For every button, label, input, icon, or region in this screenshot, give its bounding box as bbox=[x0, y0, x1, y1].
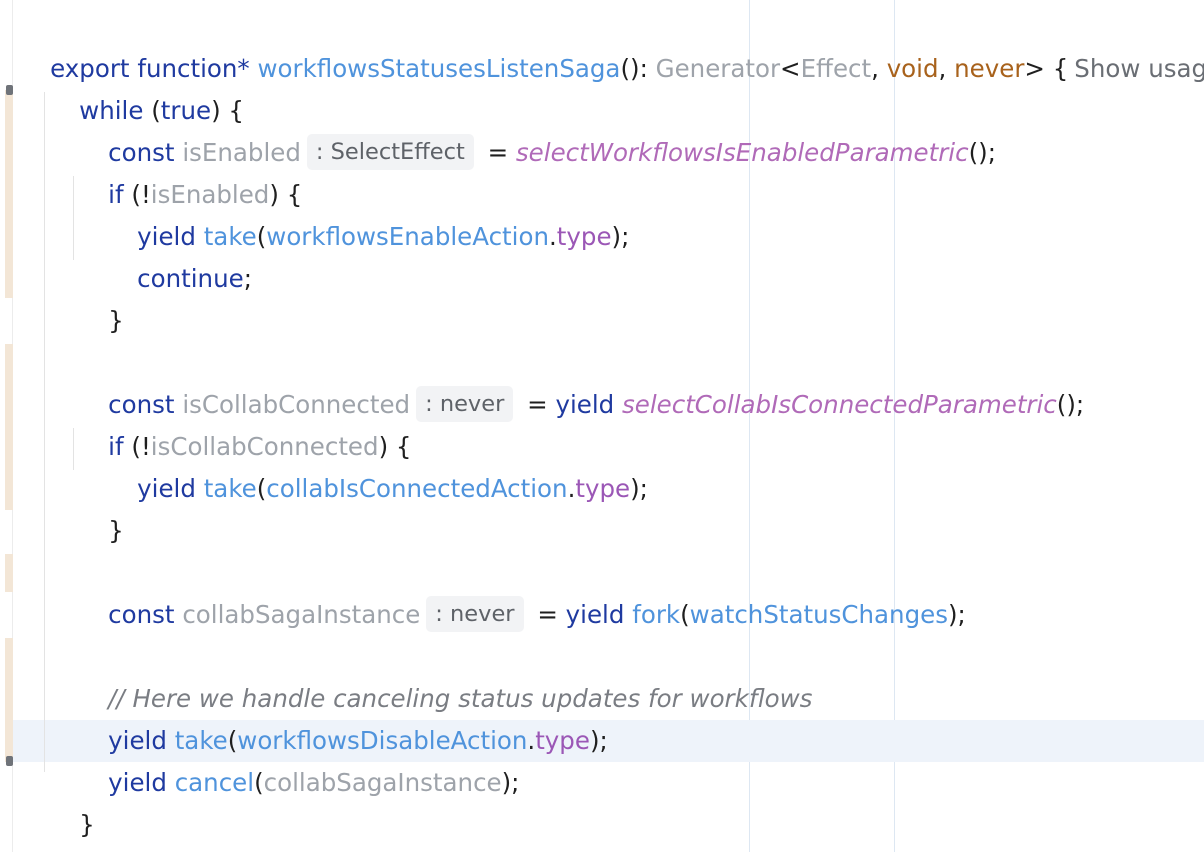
change-marker[interactable] bbox=[5, 90, 13, 298]
keyword: yield bbox=[108, 768, 167, 797]
punctuation: (); bbox=[968, 138, 996, 167]
code-line-16[interactable]: } bbox=[48, 762, 95, 839]
brace: } bbox=[108, 306, 124, 335]
operator: = bbox=[527, 390, 548, 419]
variable[interactable]: collabSagaInstance bbox=[182, 600, 420, 629]
keyword: yield bbox=[137, 474, 196, 503]
type-arg: void bbox=[886, 54, 939, 83]
punctuation: ( bbox=[256, 474, 267, 503]
indent-guide bbox=[44, 92, 45, 772]
code-editor[interactable]: export function* workflowsStatusesListen… bbox=[0, 0, 1204, 852]
punctuation: . bbox=[548, 222, 557, 251]
change-marker[interactable] bbox=[5, 638, 13, 762]
operator: = bbox=[487, 138, 509, 167]
punctuation: , bbox=[871, 54, 879, 83]
function-call[interactable]: selectWorkflowsIsEnabledParametric bbox=[516, 138, 969, 167]
change-marker[interactable] bbox=[5, 554, 13, 592]
code-line-10[interactable]: yield take(collabIsConnectedAction.type)… bbox=[106, 426, 648, 503]
function-call[interactable]: cancel bbox=[175, 768, 254, 797]
punctuation: ); bbox=[611, 222, 630, 251]
indent-guide bbox=[73, 428, 74, 470]
code-line-7[interactable]: } bbox=[77, 258, 124, 335]
code-line-1[interactable]: export function* workflowsStatusesListen… bbox=[19, 6, 1204, 83]
code-line-4[interactable]: if (!isEnabled) { bbox=[77, 132, 302, 209]
return-type[interactable]: Generator bbox=[656, 54, 780, 83]
type-hint[interactable]: : never bbox=[416, 386, 514, 422]
punctuation: < bbox=[780, 54, 801, 83]
punctuation: > { bbox=[1024, 54, 1069, 83]
punctuation: ( bbox=[254, 768, 264, 797]
code-line-15[interactable]: yield cancel(collabSagaInstance); bbox=[77, 720, 519, 797]
punctuation: (): bbox=[620, 54, 648, 83]
punctuation: ( bbox=[680, 600, 690, 629]
code-line-14[interactable]: yield take(workflowsDisableAction.type); bbox=[77, 678, 608, 755]
function-name[interactable]: workflowsStatusesListenSaga bbox=[257, 54, 620, 83]
brace: } bbox=[108, 516, 124, 545]
brace: } bbox=[79, 810, 95, 839]
fold-marker[interactable] bbox=[6, 85, 13, 95]
fold-marker[interactable] bbox=[6, 756, 13, 766]
identifier[interactable]: watchStatusChanges bbox=[690, 600, 948, 629]
punctuation: ); bbox=[589, 726, 608, 755]
code-line-17[interactable]: } bbox=[19, 804, 66, 846]
identifier[interactable]: collabSagaInstance bbox=[264, 768, 502, 797]
punctuation: ); bbox=[501, 768, 520, 797]
code-line-3[interactable]: const isEnabled: SelectEffect = selectWo… bbox=[77, 90, 996, 170]
punctuation: ); bbox=[630, 474, 648, 503]
type-hint[interactable]: : never bbox=[426, 596, 524, 632]
change-marker[interactable] bbox=[5, 344, 13, 510]
keyword: yield bbox=[565, 600, 625, 629]
property[interactable]: type bbox=[575, 474, 630, 503]
punctuation: ( bbox=[256, 222, 267, 251]
code-line-2[interactable]: while (true) { bbox=[48, 48, 244, 125]
function-call[interactable]: selectCollabIsConnectedParametric bbox=[622, 390, 1057, 419]
punctuation: (); bbox=[1056, 390, 1085, 419]
code-line-11[interactable]: } bbox=[77, 468, 124, 545]
punctuation: ; bbox=[243, 264, 252, 293]
property[interactable]: type bbox=[535, 726, 590, 755]
identifier[interactable]: collabIsConnectedAction bbox=[266, 474, 567, 503]
identifier[interactable]: workflowsEnableAction bbox=[266, 222, 549, 251]
punctuation: , bbox=[938, 54, 947, 83]
keyword: yield bbox=[555, 390, 615, 419]
keyword: continue bbox=[137, 264, 244, 293]
code-line-6[interactable]: continue; bbox=[106, 216, 252, 293]
type-arg: never bbox=[954, 54, 1025, 83]
function-call[interactable]: take bbox=[204, 474, 257, 503]
keyword: const bbox=[108, 600, 175, 629]
operator: = bbox=[537, 600, 558, 629]
show-usages-link[interactable]: Show usages bbox=[1074, 54, 1204, 83]
type-arg[interactable]: Effect bbox=[801, 54, 872, 83]
code-line-5[interactable]: yield take(workflowsEnableAction.type); bbox=[106, 174, 629, 251]
property[interactable]: type bbox=[557, 222, 612, 251]
code-line-8[interactable]: const isCollabConnected: never = yield s… bbox=[77, 342, 1084, 422]
indent-guide bbox=[73, 176, 74, 260]
code-line-13[interactable]: // Here we handle canceling status updat… bbox=[77, 636, 812, 713]
code-line-9[interactable]: if (!isCollabConnected) { bbox=[77, 384, 411, 461]
function-call[interactable]: fork bbox=[632, 600, 680, 629]
punctuation: ); bbox=[947, 600, 966, 629]
type-hint[interactable]: : SelectEffect bbox=[306, 134, 474, 170]
code-line-12[interactable]: const collabSagaInstance: never = yield … bbox=[77, 552, 966, 632]
